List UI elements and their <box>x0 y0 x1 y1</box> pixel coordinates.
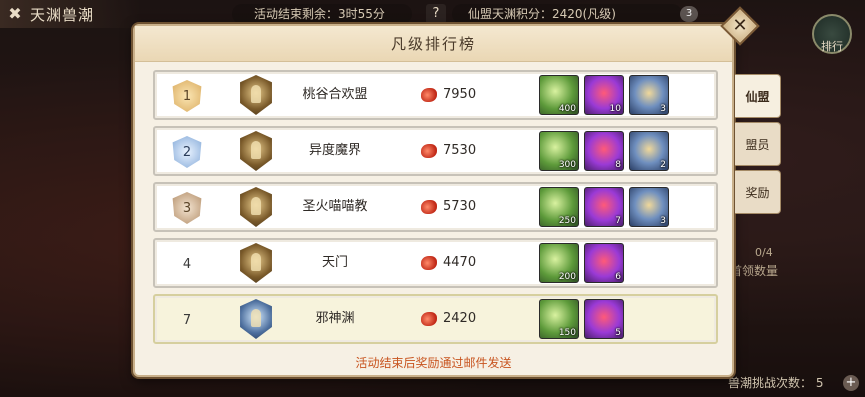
guild-emblem-icon <box>240 131 272 171</box>
ranking-row[interactable]: 3 圣火喵喵教 5730 250 7 3 <box>153 182 718 232</box>
crossed-swords-icon[interactable]: ✖ <box>6 5 24 23</box>
boss-count-label: 首领数量 <box>730 264 779 278</box>
reward-orb-icon[interactable]: 5 <box>584 299 624 339</box>
guild-score-value: 4470 <box>443 255 477 270</box>
guild-emblem-icon <box>240 187 272 227</box>
reward-orb-icon[interactable]: 7 <box>584 187 624 227</box>
reward-jade-icon[interactable]: 200 <box>539 243 579 283</box>
reward-items: 400 10 3 <box>539 75 669 115</box>
challenge-count: 兽潮挑战次数： 5 <box>728 376 824 390</box>
reward-chest-icon[interactable]: 2 <box>629 131 669 171</box>
event-title: 天渊兽潮 <box>30 5 95 24</box>
rank-badge-silver-icon: 2 <box>172 136 202 168</box>
reward-orb-icon[interactable]: 8 <box>584 131 624 171</box>
rank-number: 4 <box>182 256 192 272</box>
reward-items: 200 6 <box>539 243 624 283</box>
guild-name: 异度魔界 <box>308 143 361 158</box>
guild-name: 天门 <box>321 255 348 270</box>
tab-members[interactable]: 盟员 <box>735 122 781 166</box>
notification-badge: 3 <box>680 6 698 22</box>
guild-score: 仙盟天渊积分：2420(凡级) <box>452 4 682 24</box>
ranking-button[interactable]: 排行 <box>812 14 852 54</box>
event-timer: 活动结束剩余：3时55分 <box>232 4 412 24</box>
boss-count: 0/4 <box>755 246 773 259</box>
top-left-title: ✖ 天渊兽潮 <box>0 0 140 28</box>
guild-score-value: 7950 <box>443 87 477 102</box>
reward-jade-icon[interactable]: 400 <box>539 75 579 115</box>
reward-chest-icon[interactable]: 3 <box>629 187 669 227</box>
ranking-row[interactable]: 1 桃谷合欢盟 7950 400 10 3 <box>153 70 718 120</box>
ranking-row[interactable]: 2 异度魔界 7530 300 8 2 <box>153 126 718 176</box>
guild-score-value: 2420 <box>443 311 477 326</box>
guild-name: 邪神渊 <box>315 311 355 326</box>
mail-reward-note: 活动结束后奖励通过邮件发送 <box>355 356 512 370</box>
score-icon <box>421 144 437 158</box>
score-icon <box>421 256 437 270</box>
my-guild-row[interactable]: 7 邪神渊 2420 150 5 <box>153 294 718 344</box>
close-icon: ✕ <box>732 15 748 36</box>
guild-name: 桃谷合欢盟 <box>302 87 368 102</box>
reward-orb-icon[interactable]: 6 <box>584 243 624 283</box>
reward-chest-icon[interactable]: 3 <box>629 75 669 115</box>
score-icon <box>421 200 437 214</box>
reward-jade-icon[interactable]: 300 <box>539 131 579 171</box>
rank-badge-gold-icon: 1 <box>172 80 202 112</box>
reward-items: 300 8 2 <box>539 131 669 171</box>
tab-rewards[interactable]: 奖励 <box>735 170 781 214</box>
guild-score-value: 5730 <box>443 199 477 214</box>
reward-items: 250 7 3 <box>539 187 669 227</box>
guild-emblem-icon <box>240 75 272 115</box>
panel-title: 凡级排行榜 <box>135 26 732 62</box>
guild-emblem-icon <box>240 243 272 283</box>
guild-name: 圣火喵喵教 <box>302 199 368 214</box>
ranking-row[interactable]: 4 天门 4470 200 6 <box>153 238 718 288</box>
rank-number: 7 <box>182 312 192 328</box>
guild-score-value: 7530 <box>443 143 477 158</box>
ranking-panel: 凡级排行榜 1 桃谷合欢盟 7950 400 10 3 2 异度魔界 7530 … <box>133 24 734 377</box>
add-icon[interactable]: + <box>843 375 859 391</box>
ranking-button-label: 排行 <box>821 40 843 53</box>
rank-badge-bronze-icon: 3 <box>172 192 202 224</box>
reward-jade-icon[interactable]: 150 <box>539 299 579 339</box>
score-icon <box>421 312 437 326</box>
reward-items: 150 5 <box>539 299 624 339</box>
help-icon[interactable]: ? <box>426 4 446 24</box>
reward-jade-icon[interactable]: 250 <box>539 187 579 227</box>
side-tabs: 仙盟 盟员 奖励 <box>735 74 781 218</box>
tab-guilds[interactable]: 仙盟 <box>735 74 781 118</box>
reward-orb-icon[interactable]: 10 <box>584 75 624 115</box>
score-icon <box>421 88 437 102</box>
guild-emblem-icon <box>240 299 272 339</box>
ranking-list: 1 桃谷合欢盟 7950 400 10 3 2 异度魔界 7530 300 8 … <box>153 70 718 350</box>
